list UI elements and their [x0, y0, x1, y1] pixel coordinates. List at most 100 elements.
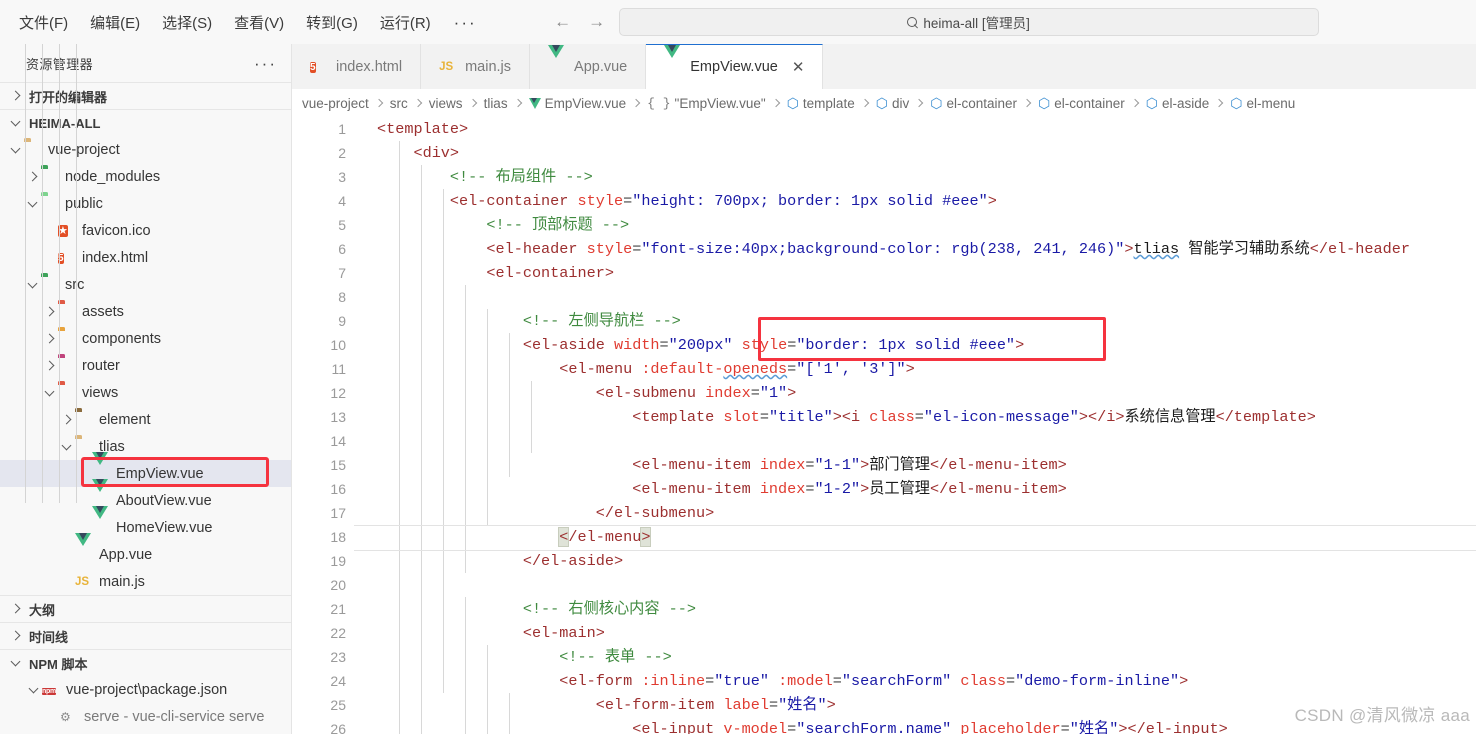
breadcrumb-item[interactable]: ⬡ el-menu: [1230, 96, 1295, 111]
menu-file[interactable]: 文件(F): [8, 8, 79, 37]
code-line[interactable]: 24 <el-form :inline="true" :model="searc…: [292, 669, 1476, 693]
code-line[interactable]: 3 <!-- 布局组件 -->: [292, 165, 1476, 189]
file-tree-file[interactable]: ★ favicon.ico: [0, 217, 291, 244]
menu-select[interactable]: 选择(S): [151, 8, 223, 37]
file-tree-file[interactable]: AboutView.vue: [0, 478, 291, 514]
section-npm-scripts[interactable]: NPM 脚本: [0, 649, 291, 676]
chevron-right-icon[interactable]: [42, 331, 58, 347]
chevron-down-icon[interactable]: [59, 439, 75, 455]
code-line[interactable]: 7 <el-container>: [292, 261, 1476, 285]
file-tree-file[interactable]: App.vue: [0, 532, 291, 568]
menu-goto[interactable]: 转到(G): [295, 8, 369, 37]
breadcrumb-item[interactable]: views: [429, 96, 463, 111]
back-icon[interactable]: ←: [549, 8, 577, 36]
code-line[interactable]: 22 <el-main>: [292, 621, 1476, 645]
editor-tab[interactable]: App.vue: [530, 44, 647, 89]
code-line[interactable]: 18 </el-menu>: [292, 525, 1476, 551]
code-line[interactable]: 11 <el-menu :default-openeds="['1', '3']…: [292, 357, 1476, 381]
code-line-text: </el-submenu>: [377, 501, 714, 525]
section-open-editors[interactable]: 打开的编辑器: [0, 82, 291, 109]
file-tree-folder[interactable]: element: [0, 406, 291, 433]
file-tree-folder[interactable]: vue-project: [0, 136, 291, 163]
code-line[interactable]: 5 <!-- 顶部标题 -->: [292, 213, 1476, 237]
code-line[interactable]: 9 <!-- 左侧导航栏 -->: [292, 309, 1476, 333]
code-line-text: <el-input v-model="searchForm.name" plac…: [377, 717, 1228, 734]
code-line[interactable]: 12 <el-submenu index="1">: [292, 381, 1476, 405]
section-heima-all[interactable]: HEIMA-ALL: [0, 109, 291, 136]
file-tree-folder[interactable]: views: [0, 379, 291, 406]
file-tree-file[interactable]: JS main.js: [0, 568, 291, 595]
menu-edit[interactable]: 编辑(E): [79, 8, 151, 37]
code-line[interactable]: 19 </el-aside>: [292, 549, 1476, 573]
breadcrumb-item[interactable]: EmpView.vue: [528, 96, 626, 111]
chevron-right-icon[interactable]: [59, 412, 75, 428]
file-tree-file[interactable]: HomeView.vue: [0, 505, 291, 541]
file-tree-folder[interactable]: node_modules: [0, 163, 291, 190]
editor-tab[interactable]: JS main.js: [421, 44, 531, 89]
menu-view[interactable]: 查看(V): [223, 8, 295, 37]
chevron-down-icon[interactable]: [8, 142, 24, 158]
code-line[interactable]: 17 </el-submenu>: [292, 501, 1476, 525]
chevron-right-icon[interactable]: [25, 169, 41, 185]
file-tree-file[interactable]: EmpView.vue: [0, 451, 291, 487]
code-token: <el-form: [559, 672, 642, 690]
code-token: v-model: [723, 720, 788, 734]
file-tree-folder[interactable]: router: [0, 352, 291, 379]
editor-tab[interactable]: EmpView.vue ✕: [646, 44, 824, 89]
code-line[interactable]: 16 <el-menu-item index="1-2">员工管理</el-me…: [292, 477, 1476, 501]
line-number: 10: [330, 337, 346, 353]
file-tree-item-label: favicon.ico: [82, 222, 151, 239]
code-line[interactable]: 8: [292, 285, 1476, 309]
chevron-down-icon[interactable]: [25, 196, 41, 212]
file-tree-folder[interactable]: tlias: [0, 433, 291, 460]
file-tree-folder[interactable]: assets: [0, 298, 291, 325]
code-line[interactable]: 4 <el-container style="height: 700px; bo…: [292, 189, 1476, 213]
code-line[interactable]: 21 <!-- 右侧核心内容 -->: [292, 597, 1476, 621]
breadcrumb-item[interactable]: ⬡ el-aside: [1146, 96, 1210, 111]
chevron-right-icon[interactable]: [42, 304, 58, 320]
code-line[interactable]: 10 <el-aside width="200px" style="border…: [292, 333, 1476, 357]
npm-package-row[interactable]: npm vue-project\package.json: [0, 676, 291, 703]
menu-run[interactable]: 运行(R): [369, 8, 442, 37]
command-search-input[interactable]: heima-all [管理员]: [618, 8, 1319, 36]
code-line[interactable]: 23 <!-- 表单 -->: [292, 645, 1476, 669]
breadcrumb-item[interactable]: vue-project: [302, 96, 369, 111]
close-icon[interactable]: ✕: [792, 58, 805, 76]
code-token: >: [787, 384, 797, 402]
code-line[interactable]: 13 <template slot="title"><i class="el-i…: [292, 405, 1476, 429]
forward-icon[interactable]: →: [583, 8, 611, 36]
breadcrumb-item[interactable]: tlias: [484, 96, 508, 111]
editor-tab[interactable]: 5 index.html: [292, 44, 422, 89]
line-number: 24: [330, 673, 346, 689]
code-line[interactable]: 2 <div>: [292, 141, 1476, 165]
section-timeline[interactable]: 时间线: [0, 622, 291, 649]
code-line[interactable]: 20: [292, 573, 1476, 597]
chevron-down-icon[interactable]: [42, 385, 58, 401]
breadcrumb-item[interactable]: src: [390, 96, 408, 111]
chevron-right-icon[interactable]: [42, 358, 58, 374]
file-tree-folder[interactable]: components: [0, 325, 291, 352]
code-line[interactable]: 15 <el-menu-item index="1-1">部门管理</el-me…: [292, 453, 1476, 477]
file-tree-folder[interactable]: public: [0, 190, 291, 217]
breadcrumb-item[interactable]: ⬡ el-container: [930, 96, 1017, 111]
section-outline[interactable]: 大纲: [0, 595, 291, 622]
breadcrumb-item[interactable]: { } "EmpView.vue": [647, 96, 766, 111]
breadcrumb-item[interactable]: ⬡ div: [876, 96, 910, 111]
gear-icon: ⚙: [60, 709, 71, 724]
explorer-more-icon[interactable]: ···: [254, 55, 277, 72]
line-number: 1: [338, 121, 346, 137]
file-tree-item-label: EmpView.vue: [116, 465, 204, 482]
code-editor[interactable]: 1 <template> 2 <div> 3 <!-- 布局组件 --> 4 <el-c…: [292, 117, 1476, 734]
file-tree-folder[interactable]: src: [0, 271, 291, 298]
chevron-down-icon[interactable]: [25, 277, 41, 293]
code-token: /el-menu: [568, 528, 642, 546]
breadcrumb-item[interactable]: ⬡ template: [787, 96, 855, 111]
code-line[interactable]: 1 <template>: [292, 117, 1476, 141]
menu-more-icon[interactable]: ···: [442, 14, 489, 31]
file-tree-file[interactable]: 5 index.html: [0, 244, 291, 271]
npm-script-row[interactable]: ⚙ serve - vue-cli-service serve: [0, 703, 291, 730]
breadcrumb-item[interactable]: ⬡ el-container: [1038, 96, 1125, 111]
code-line[interactable]: 14: [292, 429, 1476, 453]
code-line[interactable]: 6 <el-header style="font-size:40px;backg…: [292, 237, 1476, 261]
